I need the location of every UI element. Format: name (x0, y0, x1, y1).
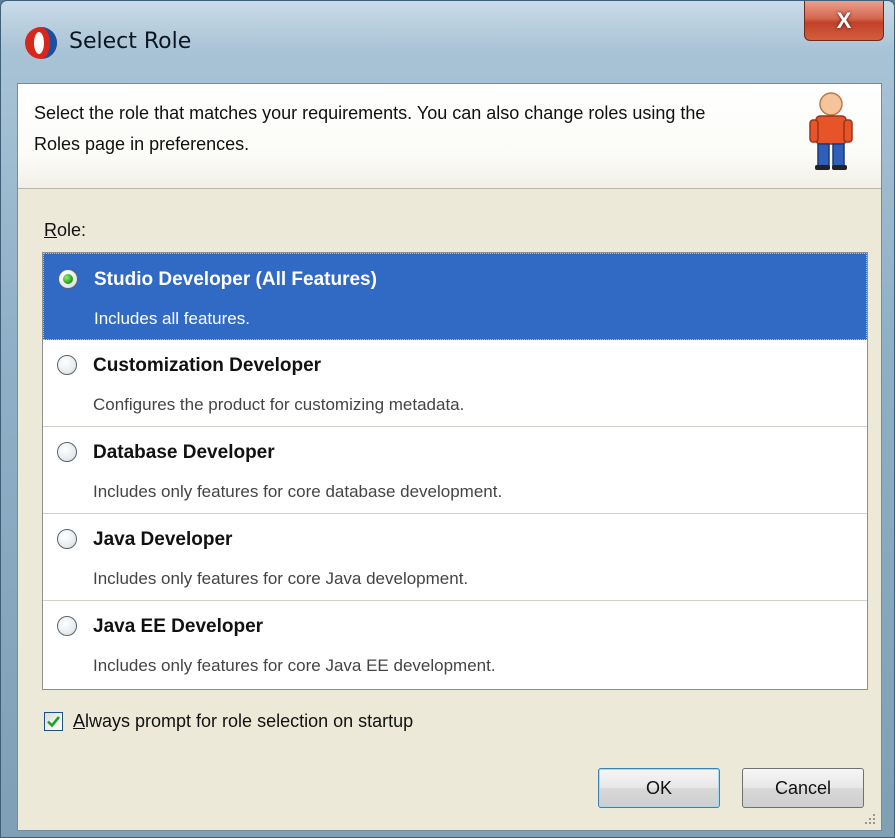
role-title: Studio Developer (All Features) (94, 269, 377, 290)
checkmark-icon (47, 715, 61, 727)
role-description: Includes only features for core Java dev… (93, 569, 469, 588)
ok-button[interactable]: OK (598, 768, 720, 808)
role-option-studio-developer[interactable]: Studio Developer (All Features) Includes… (43, 253, 867, 340)
role-option-java-developer[interactable]: Java Developer Includes only features fo… (43, 514, 867, 601)
startup-prompt-checkbox[interactable] (44, 711, 63, 731)
title-bar[interactable]: Select Role X (1, 1, 894, 83)
role-description: Includes only features for core Java EE … (93, 656, 496, 675)
role-list[interactable]: Studio Developer (All Features) Includes… (42, 252, 868, 690)
resize-grip-icon[interactable] (863, 812, 877, 826)
startup-prompt-row[interactable]: Always prompt for role selection on star… (44, 708, 413, 734)
select-role-dialog: Select Role X Select the role that match… (0, 0, 895, 838)
startup-prompt-label[interactable]: Always prompt for role selection on star… (73, 711, 413, 732)
radio-button[interactable] (57, 529, 77, 549)
role-title: Database Developer (93, 442, 275, 463)
radio-button[interactable] (57, 616, 77, 636)
close-icon: X (836, 7, 852, 33)
role-title: Customization Developer (93, 355, 322, 376)
app-icon (25, 27, 57, 59)
role-description: Configures the product for customizing m… (93, 395, 465, 414)
role-title: Java EE Developer (93, 616, 264, 637)
person-icon (809, 92, 853, 170)
role-option-java-ee-developer[interactable]: Java EE Developer Includes only features… (43, 601, 867, 688)
radio-button[interactable] (57, 442, 77, 462)
radio-selected-dot (63, 274, 73, 284)
role-description: Includes only features for core database… (93, 482, 503, 501)
radio-button[interactable] (57, 355, 77, 375)
role-description: Includes all features. (94, 309, 250, 328)
close-button[interactable]: X (804, 1, 884, 41)
dialog-header: Select the role that matches your requir… (18, 84, 881, 189)
role-option-database-developer[interactable]: Database Developer Includes only feature… (43, 427, 867, 514)
radio-button[interactable] (58, 269, 78, 289)
role-option-customization-developer[interactable]: Customization Developer Configures the p… (43, 340, 867, 427)
cancel-button[interactable]: Cancel (742, 768, 864, 808)
role-label: Role: (44, 220, 87, 240)
dialog-body: Select the role that matches your requir… (17, 83, 882, 831)
role-title: Java Developer (93, 529, 233, 550)
window-title: Select Role (69, 29, 192, 54)
header-description: Select the role that matches your requir… (34, 103, 706, 154)
